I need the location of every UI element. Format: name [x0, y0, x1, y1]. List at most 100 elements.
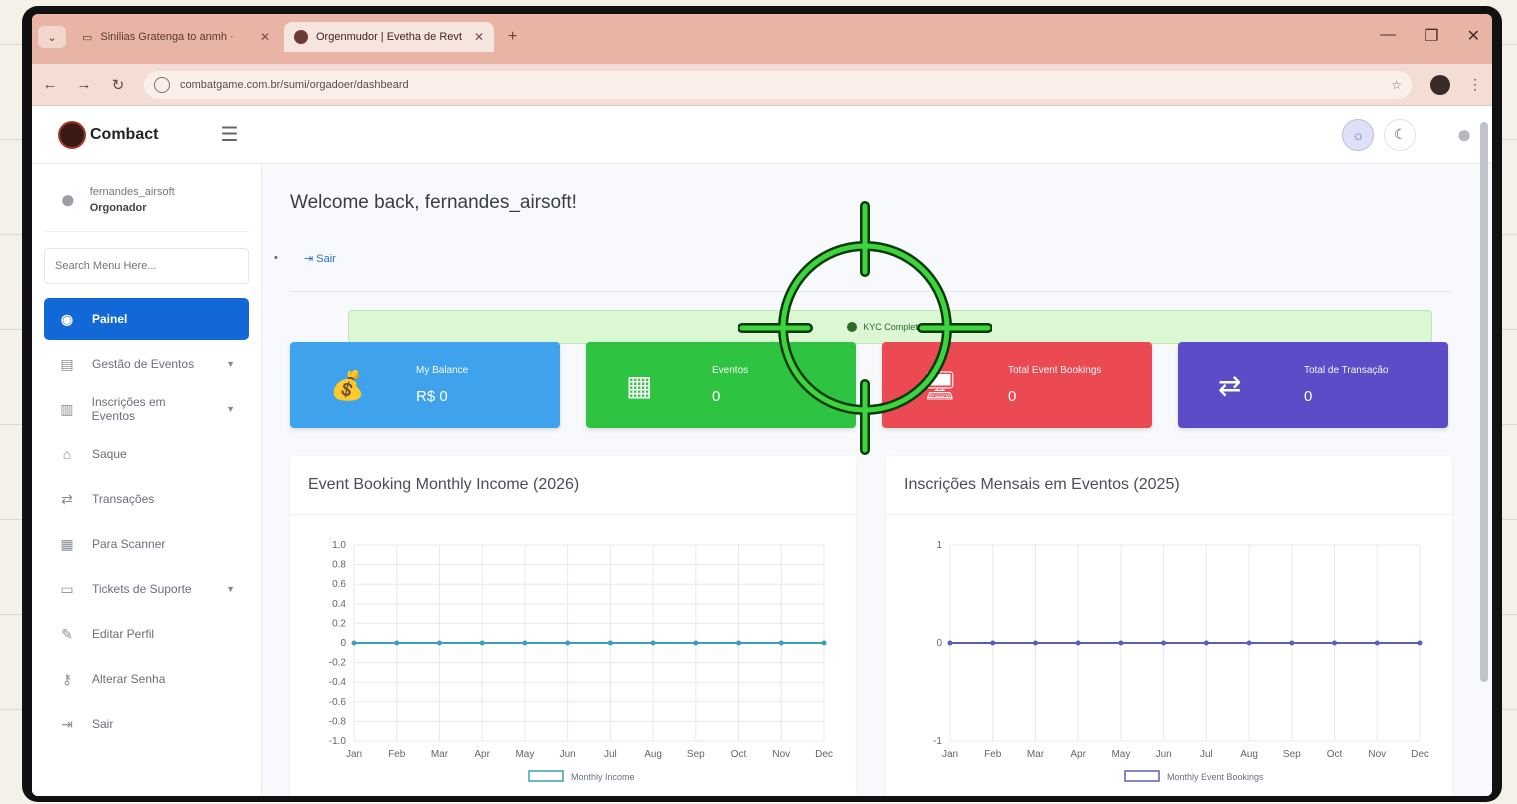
income-chart-panel: Event Booking Monthly Income (2026) 1.0 0… — [290, 456, 856, 796]
user-avatar-icon[interactable]: ● — [1456, 119, 1472, 150]
monitor-icon: 🖥 — [922, 369, 958, 401]
sidebar-item-label: Editar Perfil — [92, 627, 155, 641]
x-tick-label: May — [515, 749, 534, 760]
sidebar-item-transacoes[interactable]: ⇄ Transações — [44, 478, 249, 520]
sidebar-item-label: Tickets de Suporte — [92, 582, 192, 596]
sidebar-item-label: Transações — [92, 492, 155, 506]
tab-favicon-icon — [294, 30, 308, 44]
x-tick-label: Oct — [1327, 749, 1343, 760]
y-tick-label: 1 — [936, 540, 942, 551]
x-tick-label: Dec — [1411, 749, 1429, 760]
card-value: 0 — [1304, 388, 1313, 405]
sidebar-item-label: Gestão de Eventos — [92, 357, 195, 371]
data-point — [736, 640, 742, 646]
url-bar[interactable]: combatgame.com.br/sumi/orgadoer/dashbear… — [144, 70, 1412, 99]
y-tick-label: 0 — [936, 638, 942, 649]
data-point — [1075, 640, 1081, 646]
back-arrow-icon[interactable]: ← — [42, 76, 58, 93]
check-circle-icon — [847, 322, 858, 332]
tab-title: Sinilias Gratenga to anmh · — [100, 31, 234, 43]
user-edit-icon: ✎ — [61, 625, 73, 642]
y-tick-label: 0.2 — [332, 618, 346, 629]
x-tick-label: Feb — [388, 749, 406, 760]
data-point — [565, 640, 571, 646]
hamburger-menu-icon[interactable]: ☰ — [220, 122, 238, 147]
bookmark-star-icon[interactable]: ☆ — [1391, 78, 1402, 92]
chart-title: Inscrições Mensais em Eventos (2025) — [886, 456, 1452, 515]
y-tick-label: 0.8 — [332, 560, 346, 571]
breadcrumb[interactable]: ⇥ Sair — [274, 252, 1462, 265]
data-point — [1246, 640, 1252, 646]
chart-panels: Event Booking Monthly Income (2026) 1.0 0… — [290, 456, 1462, 796]
moon-icon[interactable]: ☾ — [1384, 118, 1417, 151]
site-info-icon[interactable] — [154, 76, 170, 93]
minimize-icon[interactable]: — — [1380, 26, 1396, 46]
income-chart: 1.0 0.8 0.6 0.4 0.2 0 -0.2 -0.4 -0.6 -0.8 -1.0 Jan F… — [329, 540, 833, 782]
x-tick-label: Aug — [1240, 749, 1258, 760]
x-tick-label: Mar — [431, 749, 449, 760]
forward-arrow-icon[interactable]: → — [76, 76, 92, 93]
card-eventos[interactable]: ▦ Eventos 0 — [586, 342, 856, 428]
data-point — [778, 640, 784, 646]
bookings-chart: 1 0 -1Jan Feb Mar Apr May Jun Jul Aug Sep Oct Nov Dec… — [933, 540, 1429, 782]
x-tick-label: Sep — [687, 749, 705, 760]
ticket-icon: ▭ — [60, 580, 74, 597]
bank-icon: ⌂ — [62, 446, 72, 462]
x-tick-label: Jan — [346, 749, 362, 760]
data-point — [693, 640, 699, 646]
tab-close-icon[interactable]: ✕ — [260, 30, 270, 44]
tab-favicon-icon: ▭ — [82, 31, 93, 44]
x-tick-label: Jun — [1156, 749, 1172, 760]
card-balance[interactable]: 💰 My Balance R$ 0 — [290, 342, 560, 428]
sidebar-item-saque[interactable]: ⌂ Saque — [44, 433, 249, 475]
sidebar-item-painel[interactable]: ◉ Painel — [44, 298, 249, 340]
reload-icon[interactable]: ↻ — [110, 76, 126, 94]
sidebar: ● fernandes_airsoft Orgonador ◉ Painel ▤ G… — [32, 164, 262, 796]
restore-icon[interactable]: ❐ — [1424, 26, 1438, 46]
data-point — [607, 640, 613, 646]
sidebar-item-gestao-eventos[interactable]: ▤ Gestão de Eventos ▼ — [44, 343, 249, 385]
app-logo[interactable]: Combact — [58, 120, 159, 149]
close-window-icon[interactable]: ✕ — [1467, 26, 1480, 46]
browser-menu-icon[interactable]: ⋮ — [1468, 76, 1482, 93]
new-tab-plus-icon[interactable]: + — [508, 28, 517, 46]
y-tick-label: -1 — [933, 736, 942, 747]
legend-swatch — [528, 770, 564, 782]
legend-swatch — [1124, 770, 1160, 782]
sidebar-item-label: Alterar Senha — [92, 672, 166, 686]
sidebar-item-label: Inscrições em Eventos — [91, 395, 166, 423]
tab-search-button[interactable]: ⌄ — [38, 26, 66, 48]
browser-tab-1[interactable]: ▭ Sinilias Gratenga to anmh · ✕ — [72, 22, 280, 52]
card-value: 0 — [1008, 388, 1017, 405]
sidebar-item-sair[interactable]: ⇥ Sair — [44, 703, 249, 745]
y-tick-label: 0.6 — [332, 579, 346, 590]
sidebar-item-perfil[interactable]: ✎ Editar Perfil — [44, 613, 249, 655]
data-point — [1289, 640, 1295, 646]
sidebar-item-scanner[interactable]: ▦ Para Scanner — [44, 523, 249, 565]
x-tick-label: Aug — [644, 749, 662, 760]
sidebar-item-senha[interactable]: ⚷ Alterar Senha — [44, 658, 249, 700]
key-icon: ⚷ — [61, 670, 73, 687]
card-transacao[interactable]: ⇄ Total de Transação 0 — [1178, 342, 1448, 428]
tab-search-icon: ⌄ — [47, 31, 57, 44]
sidebar-item-label: Saque — [92, 447, 127, 461]
browser-tab-2-active[interactable]: Orgenmudor | Evetha de Revt ✕ — [284, 22, 494, 52]
sidebar-item-tickets[interactable]: ▭ Tickets de Suporte ▼ — [44, 568, 249, 610]
sun-icon[interactable]: ☼ — [1342, 118, 1375, 151]
tab-strip: ⌄ ▭ Sinilias Gratenga to anmh · ✕ Orgenm… — [32, 14, 1492, 64]
chevron-down-icon: ▼ — [226, 584, 235, 594]
card-label: Total de Transação — [1304, 365, 1389, 376]
profile-avatar-icon[interactable] — [1430, 74, 1450, 95]
sidebar-item-label: Para Scanner — [92, 537, 166, 551]
tab-close-icon[interactable]: ✕ — [474, 30, 484, 44]
breadcrumb-link[interactable]: Sair — [316, 253, 336, 265]
sidebar-search-input[interactable] — [44, 248, 249, 284]
card-bookings[interactable]: 🖥 Total Event Bookings 0 — [882, 342, 1152, 428]
alert-text: KYC Completado — [863, 322, 933, 332]
data-point — [394, 640, 400, 646]
y-tick-label: 0.4 — [332, 599, 346, 610]
sidebar-item-inscricoes[interactable]: ▥ Inscrições em Eventos ▼ — [44, 388, 249, 430]
page-scrollbar[interactable] — [1480, 122, 1488, 682]
logo-text: Combact — [90, 125, 159, 143]
data-point — [351, 640, 357, 646]
